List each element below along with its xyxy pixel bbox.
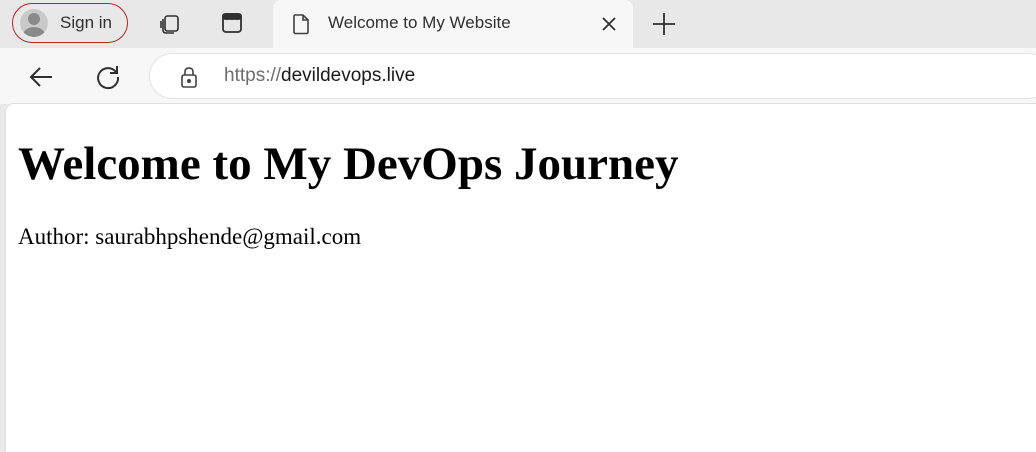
plus-icon: [653, 13, 675, 35]
tab-active[interactable]: Welcome to My Website: [273, 0, 633, 48]
url-text[interactable]: https://devildevops.live: [224, 65, 415, 87]
browser-window: Sign in Welcome to My Website https://de…: [0, 0, 1036, 452]
url-scheme: https://: [224, 65, 282, 86]
page-heading: Welcome to My DevOps Journey: [18, 138, 679, 190]
new-tab-button[interactable]: [652, 12, 676, 36]
reload-button[interactable]: [94, 63, 122, 91]
back-arrow-icon: [29, 67, 52, 87]
sign-in-button[interactable]: Sign in: [12, 3, 128, 43]
address-bar[interactable]: https://devildevops.live: [150, 54, 1036, 98]
close-icon[interactable]: [599, 14, 619, 34]
toolbar: https://devildevops.live: [0, 48, 1036, 104]
back-button[interactable]: [28, 64, 54, 90]
tab-actions-icon[interactable]: [219, 10, 245, 36]
tab-strip: Sign in Welcome to My Website: [0, 0, 1036, 48]
reload-icon: [97, 66, 120, 90]
page-content: Welcome to My DevOps Journey Author: sau…: [6, 104, 1036, 452]
author-line: Author: saurabhpshende@gmail.com: [18, 224, 362, 249]
avatar-icon: [20, 9, 48, 37]
page-icon: [291, 13, 311, 35]
lock-icon[interactable]: [179, 66, 199, 88]
workspaces-icon[interactable]: [157, 10, 183, 36]
tab-title: Welcome to My Website: [328, 13, 511, 32]
url-host: devildevops.live: [281, 65, 416, 86]
sign-in-label: Sign in: [60, 13, 112, 32]
